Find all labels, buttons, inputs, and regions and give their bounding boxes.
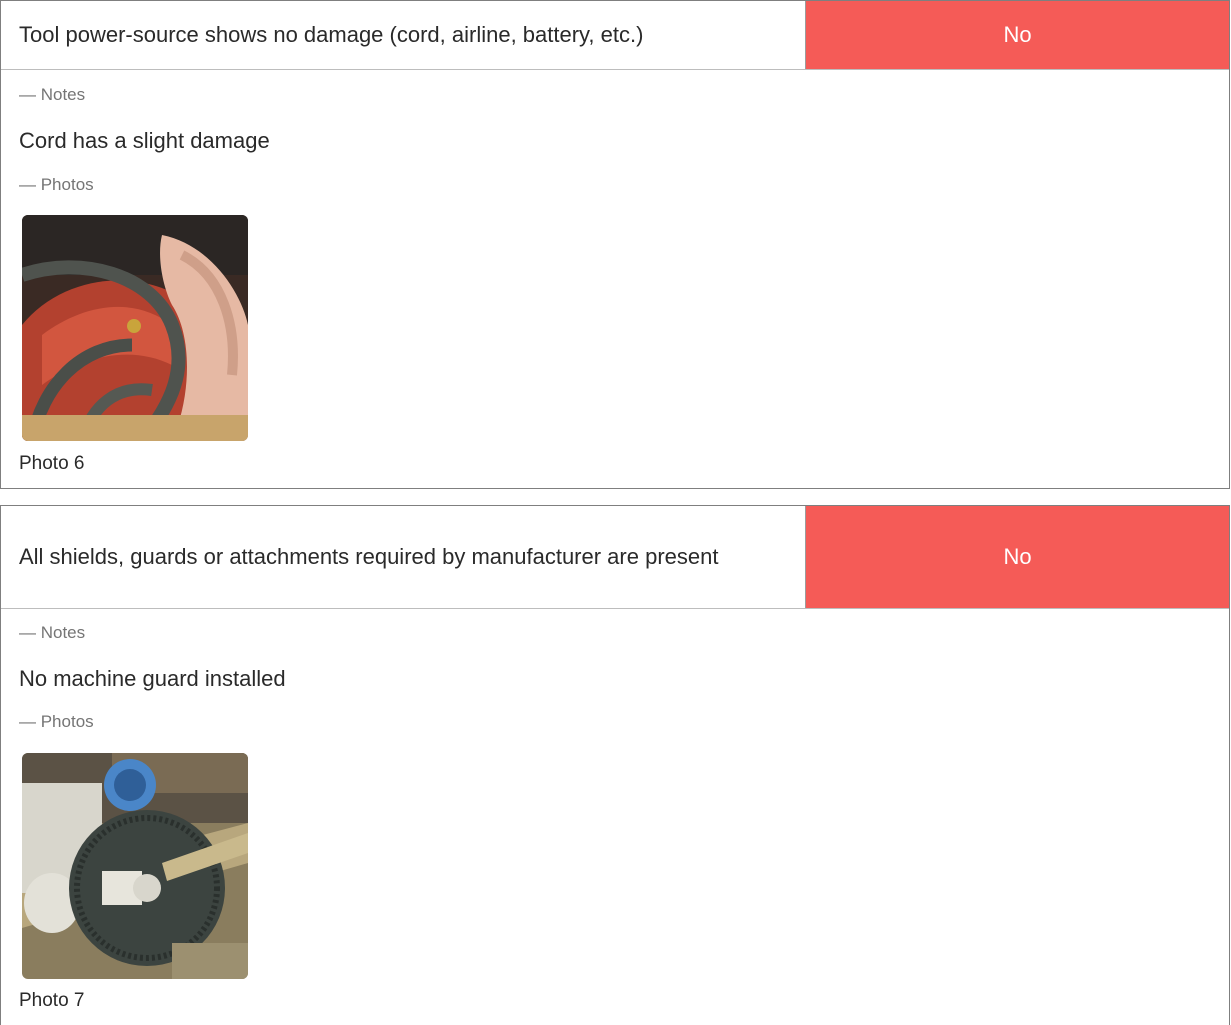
question-text: Tool power-source shows no damage (cord,… xyxy=(19,22,644,47)
question-row: Tool power-source shows no damage (cord,… xyxy=(1,1,1229,70)
inspection-item: All shields, guards or attachments requi… xyxy=(0,505,1230,1025)
unguarded-saw-photo xyxy=(22,753,248,979)
question-text: All shields, guards or attachments requi… xyxy=(19,544,719,569)
damaged-cord-photo xyxy=(22,215,248,441)
photos-label: — Photos xyxy=(19,175,94,194)
photo-caption: Photo 7 xyxy=(19,990,85,1011)
note-text: Cord has a slight damage xyxy=(19,128,270,153)
photos-label: — Photos xyxy=(19,712,94,731)
answer-badge[interactable]: No xyxy=(805,1,1229,69)
photo-thumbnail[interactable] xyxy=(22,215,248,441)
question-row: All shields, guards or attachments requi… xyxy=(1,506,1229,609)
notes-label: — Notes xyxy=(19,623,86,642)
photo-caption: Photo 6 xyxy=(19,453,85,474)
notes-label: — Notes xyxy=(19,85,86,104)
inspection-item: Tool power-source shows no damage (cord,… xyxy=(0,0,1230,489)
photo-thumbnail[interactable] xyxy=(22,753,248,979)
answer-badge[interactable]: No xyxy=(805,506,1229,608)
note-text: No machine guard installed xyxy=(19,666,286,691)
